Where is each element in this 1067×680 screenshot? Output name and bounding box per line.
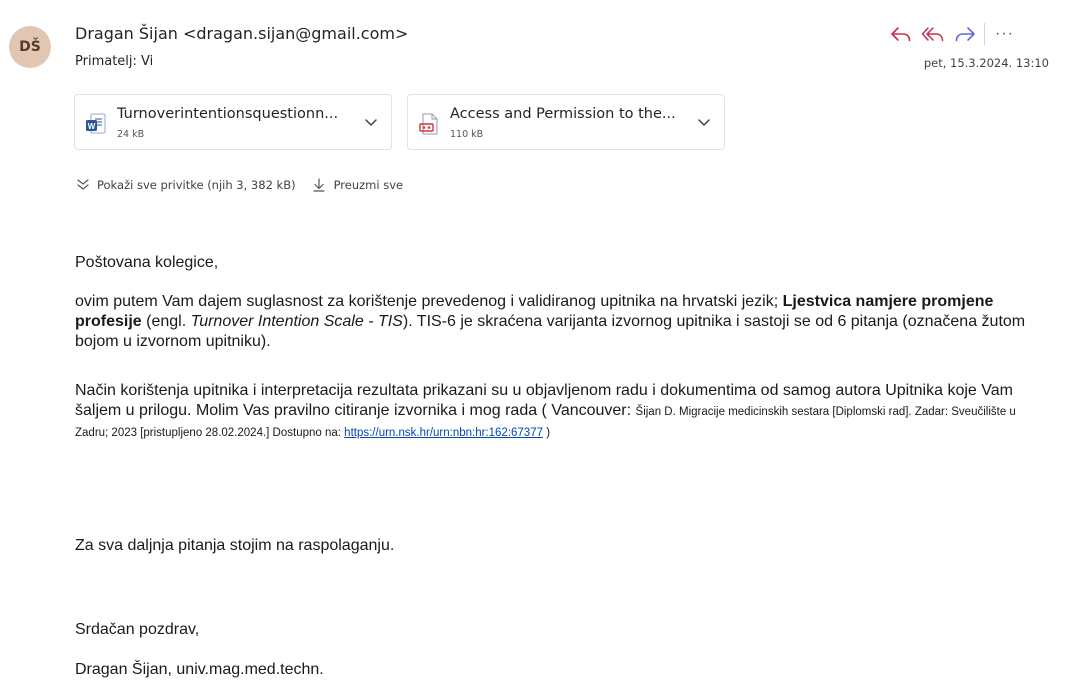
- p2-text-end: ): [543, 427, 551, 439]
- reply-all-button[interactable]: [920, 21, 946, 47]
- p1-text-b: (engl.: [141, 313, 191, 330]
- attachment-card-pdf[interactable]: Access and Permission to the... 110 kB: [407, 94, 725, 150]
- avatar[interactable]: DŠ: [9, 26, 51, 68]
- attachment-actions: Pokaži sve privitke (njih 3, 382 kB) Pre…: [75, 178, 403, 192]
- p1-text-a: ovim putem Vam dajem suglasnost za koriš…: [75, 293, 783, 310]
- sender-name[interactable]: Dragan Šijan <dragan.sijan@gmail.com>: [75, 24, 408, 43]
- attachment-name: Turnoverintentionsquestionn...: [117, 106, 339, 122]
- word-doc-icon: W: [85, 113, 107, 140]
- attachment-size: 110 kB: [450, 129, 484, 140]
- forward-button[interactable]: [952, 21, 978, 47]
- closing: Srdačan pozdrav,: [75, 621, 200, 638]
- attachment-name: Access and Permission to the...: [450, 106, 676, 122]
- greeting: Poštovana kolegice,: [75, 254, 219, 271]
- chevron-down-icon[interactable]: [363, 114, 379, 135]
- body-paragraph-3: Za sva daljnja pitanja stojim na raspola…: [75, 537, 395, 554]
- reply-all-icon: [921, 27, 944, 42]
- svg-text:W: W: [88, 122, 96, 131]
- recipient-line: Primatelj: Vi: [75, 54, 154, 69]
- reply-icon: [891, 27, 911, 42]
- reply-button[interactable]: [888, 21, 914, 47]
- attachment-size: 24 kB: [117, 129, 145, 140]
- message-date: pet, 15.3.2024. 13:10: [923, 56, 1049, 70]
- action-divider: [984, 23, 985, 45]
- attachment-card-word[interactable]: W Turnoverintentionsquestionn... 24 kB: [74, 94, 392, 150]
- body-paragraph-1: ovim putem Vam dajem suglasnost za koriš…: [75, 292, 1050, 352]
- chevron-down-icon[interactable]: [696, 114, 712, 135]
- body-paragraph-2: Način korištenja upitnika i interpretaci…: [75, 381, 1050, 443]
- show-all-attachments-label: Pokaži sve privitke (njih 3, 382 kB): [97, 178, 296, 192]
- double-chevron-down-icon: [77, 179, 89, 190]
- more-actions-button[interactable]: ···: [995, 25, 1014, 43]
- download-icon: [312, 178, 325, 192]
- citation-link[interactable]: https://urn.nsk.hr/urn:nbn:hr:162:67377: [344, 427, 543, 439]
- show-all-attachments-button[interactable]: Pokaži sve privitke (njih 3, 382 kB): [75, 178, 296, 192]
- message-actions: ···: [888, 20, 1014, 48]
- signature: Dragan Šijan, univ.mag.med.techn.: [75, 661, 324, 678]
- download-all-label: Preuzmi sve: [333, 178, 404, 192]
- download-all-button[interactable]: Preuzmi sve: [312, 178, 404, 192]
- forward-icon: [955, 27, 975, 42]
- scale-name-italic: Turnover Intention Scale - TIS: [190, 313, 403, 330]
- pdf-doc-icon: [418, 113, 440, 140]
